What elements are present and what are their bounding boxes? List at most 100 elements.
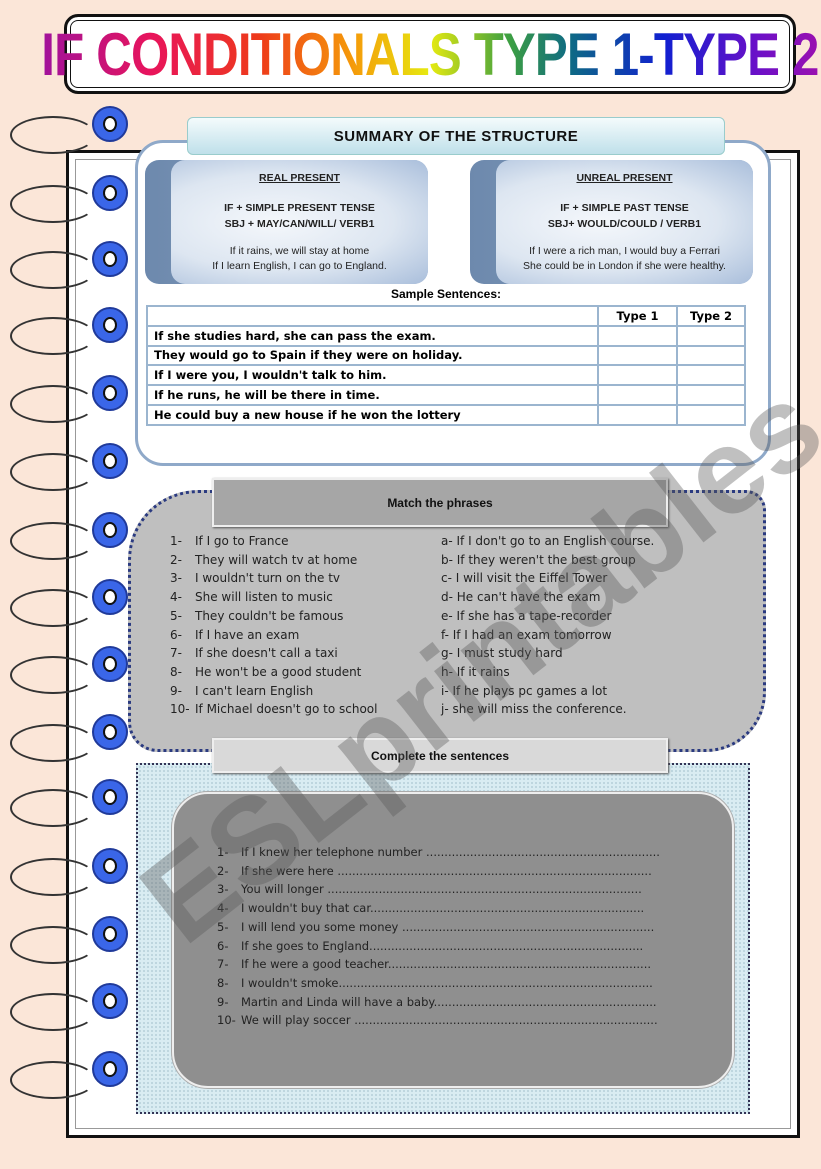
- item-number: 4-: [170, 590, 182, 605]
- sample-sentences-table: Type 1 Type 2 If she studies hard, she c…: [146, 305, 746, 426]
- sentence-cell: If he runs, he will be there in time.: [146, 384, 599, 406]
- complete-item[interactable]: 9- Martin and Linda will have a baby.....…: [217, 995, 657, 1009]
- item-text: She will listen to music: [195, 590, 333, 605]
- item-number: 9-: [217, 994, 229, 1009]
- match-right-item: g- I must study hard: [441, 646, 563, 661]
- ring-hole-icon: [92, 175, 128, 211]
- match-right-item: b- If they weren't the best group: [441, 552, 636, 567]
- item-number: 4-: [217, 901, 229, 916]
- item-number: 8-: [170, 664, 182, 679]
- table-header-type1: Type 1: [597, 305, 678, 327]
- item-text: I can't learn English: [195, 683, 314, 698]
- ring-hole-icon: [92, 241, 128, 277]
- match-right-item: f- If I had an exam tomorrow: [441, 627, 612, 642]
- example-line: She could be in London if she were healt…: [523, 260, 726, 272]
- ring-hole-icon: [92, 848, 128, 884]
- table-row: They would go to Spain if they were on h…: [146, 344, 746, 367]
- item-text: If Michael doesn't go to school: [195, 702, 378, 717]
- type2-answer-cell[interactable]: [676, 403, 746, 426]
- worksheet-title: IF CONDITIONALS TYPE 1-TYPE 2: [41, 20, 819, 88]
- spiral-ring: [10, 307, 128, 361]
- item-number: 10-: [170, 702, 190, 717]
- summary-heading: SUMMARY OF THE STRUCTURE: [187, 117, 725, 155]
- match-left-item: 1- If I go to France: [170, 534, 288, 548]
- sentence-cell: If she studies hard, she can pass the ex…: [146, 324, 599, 347]
- complete-item[interactable]: 4- I wouldn't buy that car...............…: [217, 901, 644, 915]
- match-right-item: c- I will visit the Eiffel Tower: [441, 571, 608, 586]
- example-line: If it rains, we will stay at home: [229, 245, 370, 257]
- formula-line: SBJ+ WOULD/COULD / VERB1: [547, 218, 702, 230]
- complete-item[interactable]: 8- I wouldn't smoke......................…: [217, 976, 653, 990]
- complete-item[interactable]: 2- If she were here .....................…: [217, 864, 652, 878]
- match-left-item: 8- He won't be a good student: [170, 665, 361, 679]
- item-text: We will play soccer ....................…: [241, 1013, 658, 1028]
- type2-answer-cell[interactable]: [676, 384, 746, 406]
- complete-item[interactable]: 6- If she goes to England................…: [217, 939, 643, 953]
- item-text: If I go to France: [195, 534, 289, 548]
- spiral-ring: [10, 848, 128, 902]
- formula-line: IF + SIMPLE PRESENT TENSE: [224, 202, 375, 214]
- complete-item[interactable]: 3- You will longer ......................…: [217, 882, 642, 896]
- type1-answer-cell[interactable]: [597, 324, 678, 347]
- match-right-item: e- If she has a tape-recorder: [441, 608, 612, 623]
- match-left-item: 10- If Michael doesn't go to school: [170, 702, 377, 716]
- spiral-ring: [10, 175, 128, 229]
- sentence-cell: If I were you, I wouldn't talk to him.: [146, 364, 599, 387]
- item-text: If I have an exam: [195, 627, 300, 642]
- spiral-ring: [10, 714, 128, 768]
- ring-hole-icon: [92, 983, 128, 1019]
- item-number: 7-: [170, 646, 182, 661]
- item-text: I wouldn't turn on the tv: [195, 571, 341, 586]
- match-right-item: j- she will miss the conference.: [441, 702, 627, 717]
- complete-item[interactable]: 10- We will play soccer .................…: [217, 1013, 658, 1027]
- card-heading: UNREAL PRESENT: [576, 172, 673, 184]
- type1-answer-cell[interactable]: [597, 364, 678, 387]
- item-number: 1-: [217, 845, 229, 859]
- match-left-item: 9- I can't learn English: [170, 684, 313, 698]
- match-left-item: 3- I wouldn't turn on the tv: [170, 571, 340, 585]
- item-number: 5-: [170, 608, 182, 623]
- type1-answer-cell[interactable]: [597, 384, 678, 406]
- spiral-ring: [10, 579, 128, 633]
- spiral-ring: [10, 512, 128, 566]
- complete-heading: Complete the sentences: [212, 738, 668, 773]
- match-left-item: 2- They will watch tv at home: [170, 553, 357, 567]
- ring-hole-icon: [92, 106, 128, 142]
- complete-item[interactable]: 5- I will lend you some money ...........…: [217, 920, 654, 934]
- type2-answer-cell[interactable]: [676, 364, 746, 387]
- sentence-cell: They would go to Spain if they were on h…: [146, 344, 599, 367]
- complete-item[interactable]: 1- If I knew her telephone number .......…: [217, 845, 660, 859]
- ring-hole-icon: [92, 375, 128, 411]
- ring-hole-icon: [92, 779, 128, 815]
- item-number: 6-: [170, 627, 182, 642]
- ring-hole-icon: [92, 646, 128, 682]
- match-right-item: d- He can't have the exam: [441, 590, 601, 605]
- item-text: If I knew her telephone number .........…: [241, 845, 660, 859]
- item-text: If she were here .......................…: [241, 863, 652, 878]
- ring-hole-icon: [92, 512, 128, 548]
- item-number: 9-: [170, 683, 182, 698]
- table-row: If he runs, he will be there in time.: [146, 384, 746, 406]
- match-left-item: 4- She will listen to music: [170, 590, 333, 604]
- table-header: [146, 305, 599, 327]
- ring-hole-icon: [92, 579, 128, 615]
- item-number: 2-: [217, 863, 229, 878]
- item-text: He won't be a good student: [195, 664, 362, 679]
- spiral-ring: [10, 646, 128, 700]
- ring-hole-icon: [92, 714, 128, 750]
- complete-item[interactable]: 7- If he were a good teacher.............…: [217, 957, 651, 971]
- item-text: I wouldn't buy that car.................…: [241, 901, 645, 916]
- item-number: 6-: [217, 938, 229, 953]
- item-text: You will longer ........................…: [241, 882, 642, 897]
- type2-answer-cell[interactable]: [676, 324, 746, 347]
- type1-answer-cell[interactable]: [597, 403, 678, 426]
- sentence-cell: He could buy a new house if he won the l…: [146, 403, 599, 426]
- spiral-ring: [10, 106, 128, 160]
- item-text: I will lend you some money .............…: [241, 919, 655, 934]
- item-number: 7-: [217, 957, 229, 972]
- item-text: Martin and Linda will have a baby.......…: [241, 994, 657, 1009]
- type1-answer-cell[interactable]: [597, 344, 678, 367]
- type2-answer-cell[interactable]: [676, 344, 746, 367]
- item-number: 3-: [217, 882, 229, 897]
- ring-hole-icon: [92, 443, 128, 479]
